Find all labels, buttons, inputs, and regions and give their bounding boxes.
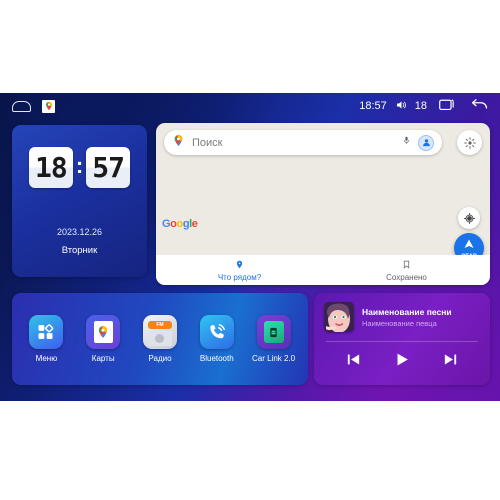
apps-grid-icon	[29, 315, 64, 349]
status-time: 18:57	[359, 100, 387, 112]
maps-widget[interactable]: Поиск Google Что рядом? Сохранено	[156, 123, 490, 285]
search-placeholder: Поиск	[192, 136, 223, 149]
apps-shortcut-panel: Меню Карты FM Радио Bluetooth Car Link 2…	[12, 293, 308, 385]
map-pin-icon	[172, 134, 185, 152]
tab-nearby[interactable]: Что рядом?	[156, 255, 323, 285]
app-label-menu: Меню	[35, 354, 58, 363]
clock-separator: :	[75, 153, 84, 178]
radio-fm-badge: FM	[147, 321, 172, 329]
tab-saved-label: Сохранено	[386, 272, 427, 282]
clock-minutes: 57	[86, 147, 131, 188]
next-button[interactable]	[442, 351, 459, 373]
my-location-icon[interactable]	[458, 207, 480, 229]
play-button[interactable]	[392, 350, 411, 374]
google-logo: Google	[162, 218, 198, 230]
clock-hours: 18	[28, 147, 73, 188]
navigation-arrow-icon	[463, 237, 475, 255]
app-label-bluetooth: Bluetooth	[199, 354, 234, 363]
search-input[interactable]: Поиск	[164, 130, 442, 155]
app-shortcut-maps[interactable]: Карты	[78, 315, 128, 363]
maps-icon	[86, 315, 121, 349]
media-title: Наименование песни	[362, 306, 452, 317]
tab-nearby-label: Что рядом?	[217, 272, 262, 282]
radio-fm-icon: FM	[142, 315, 177, 349]
clock-date: 2023.12.26	[56, 227, 103, 237]
clock-widget[interactable]: 18 : 57 2023.12.26 Вторник	[12, 125, 147, 277]
app-label-carlink: Car Link 2.0	[252, 354, 296, 363]
album-art	[324, 302, 354, 332]
media-controls	[314, 342, 490, 374]
app-label-maps: Карты	[91, 354, 115, 363]
previous-button[interactable]	[345, 351, 362, 373]
media-player-widget[interactable]: Наименование песни Наименование певца	[314, 293, 490, 385]
tab-saved[interactable]: Сохранено	[323, 255, 490, 285]
app-label-radio: Радио	[148, 354, 172, 363]
app-shortcut-menu[interactable]: Меню	[21, 315, 71, 363]
back-arrow-icon[interactable]	[470, 98, 488, 115]
microphone-icon[interactable]	[402, 134, 411, 152]
recents-square-icon[interactable]	[439, 98, 456, 114]
map-layers-icon[interactable]	[457, 130, 482, 155]
media-artist: Наименование певца	[362, 318, 437, 328]
volume-level: 18	[414, 100, 427, 112]
clock-weekday: Вторник	[61, 245, 98, 256]
account-avatar-icon[interactable]	[418, 134, 434, 151]
app-shortcut-carlink[interactable]: Car Link 2.0	[249, 315, 299, 363]
bookmark-icon	[402, 259, 411, 272]
pin-icon	[235, 259, 244, 272]
volume-icon[interactable]	[395, 99, 407, 114]
app-shortcut-bluetooth[interactable]: Bluetooth	[192, 315, 242, 363]
car-link-icon	[256, 315, 291, 349]
maps-bottom-tabs: Что рядом? Сохранено	[156, 255, 490, 285]
flip-clock: 18 : 57	[12, 147, 147, 188]
google-maps-notification-icon[interactable]	[42, 99, 55, 113]
app-shortcut-radio[interactable]: FM Радио	[135, 315, 185, 363]
bluetooth-phone-icon	[199, 315, 234, 349]
home-outline-icon[interactable]	[12, 100, 31, 112]
status-bar: 18:57 18	[0, 93, 500, 119]
car-head-unit-screen: 18:57 18 18: 57 2023.12.26 Вторник Поис…	[0, 93, 500, 401]
